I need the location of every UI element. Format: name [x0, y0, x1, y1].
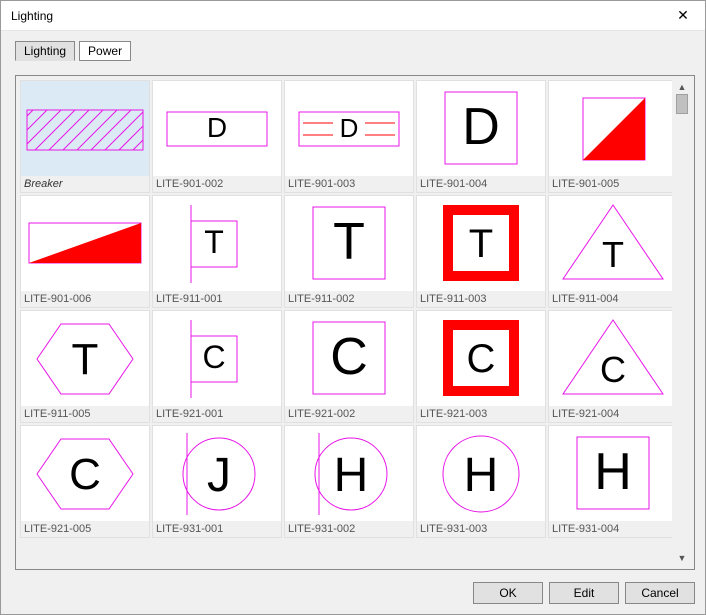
- rect-letter-lines-icon: D: [285, 81, 413, 176]
- gallery-item[interactable]: T LITE-911-005: [20, 310, 150, 423]
- gallery-item-label: LITE-911-001: [153, 291, 281, 307]
- flag-circle-icon: J: [153, 426, 281, 521]
- scroll-track[interactable]: [674, 94, 690, 551]
- triangle-letter-icon: C: [549, 311, 672, 406]
- scroll-thumb[interactable]: [676, 94, 688, 114]
- circle-letter-icon: H: [417, 426, 545, 521]
- gallery-item[interactable]: T LITE-911-001: [152, 195, 282, 308]
- scrollbar-vertical[interactable]: ▲ ▼: [674, 80, 690, 565]
- gallery-item[interactable]: LITE-901-005: [548, 80, 672, 193]
- gallery-item[interactable]: H LITE-931-003: [416, 425, 546, 538]
- gallery-item-label: LITE-921-002: [285, 406, 413, 422]
- gallery-item-label: LITE-921-005: [21, 521, 149, 537]
- window-title: Lighting: [11, 9, 53, 23]
- cancel-button[interactable]: Cancel: [625, 582, 695, 604]
- svg-text:T: T: [333, 213, 365, 271]
- gallery-item[interactable]: C LITE-921-003: [416, 310, 546, 423]
- gallery-item-label: LITE-911-002: [285, 291, 413, 307]
- gallery-item-label: LITE-911-004: [549, 291, 672, 307]
- window: Lighting ✕ LightingPower BreakerDLITE-90…: [0, 0, 706, 615]
- gallery-item[interactable]: C LITE-921-004: [548, 310, 672, 423]
- svg-text:D: D: [462, 98, 500, 156]
- flag-square-icon: C: [153, 311, 281, 406]
- square-red-border-icon: C: [417, 311, 545, 406]
- gallery-item-label: Breaker: [21, 176, 149, 192]
- gallery-item-label: LITE-931-003: [417, 521, 545, 537]
- gallery-item[interactable]: C LITE-921-002: [284, 310, 414, 423]
- gallery-item-label: LITE-911-003: [417, 291, 545, 307]
- square-letter-icon: H: [549, 426, 672, 521]
- split-lower-icon: [21, 196, 149, 291]
- svg-text:T: T: [204, 224, 224, 260]
- button-row: OK Edit Cancel: [1, 576, 705, 614]
- svg-text:J: J: [207, 449, 231, 502]
- svg-text:C: C: [202, 339, 225, 375]
- svg-text:T: T: [72, 335, 99, 384]
- svg-text:D: D: [340, 113, 359, 143]
- edit-button[interactable]: Edit: [549, 582, 619, 604]
- square-letter-icon: D: [417, 81, 545, 176]
- gallery-item[interactable]: D LITE-901-003: [284, 80, 414, 193]
- hexagon-letter-icon: T: [21, 311, 149, 406]
- scroll-up-icon[interactable]: ▲: [678, 80, 687, 94]
- gallery-item[interactable]: D LITE-901-004: [416, 80, 546, 193]
- gallery-item-label: LITE-901-004: [417, 176, 545, 192]
- gallery-item[interactable]: J LITE-931-001: [152, 425, 282, 538]
- svg-text:H: H: [464, 449, 499, 502]
- gallery-item-label: LITE-911-005: [21, 406, 149, 422]
- gallery-item[interactable]: D LITE-901-002: [152, 80, 282, 193]
- gallery-item[interactable]: C LITE-921-005: [20, 425, 150, 538]
- rect-letter-icon: D: [153, 81, 281, 176]
- triangle-letter-icon: T: [549, 196, 672, 291]
- gallery-item[interactable]: Breaker: [20, 80, 150, 193]
- gallery-item-label: LITE-921-003: [417, 406, 545, 422]
- breaker-icon: [21, 81, 149, 176]
- tab-lighting[interactable]: Lighting: [15, 41, 75, 61]
- gallery-item[interactable]: H LITE-931-004: [548, 425, 672, 538]
- gallery-item[interactable]: T LITE-911-002: [284, 195, 414, 308]
- close-icon: ✕: [677, 7, 689, 24]
- gallery-frame: Breaker D LITE-901-002 D LITE-901-003 D LITE-9…: [15, 75, 695, 570]
- gallery-item-label: LITE-901-003: [285, 176, 413, 192]
- svg-text:H: H: [594, 443, 632, 501]
- svg-text:D: D: [207, 112, 227, 143]
- gallery-item-label: LITE-931-002: [285, 521, 413, 537]
- titlebar: Lighting ✕: [1, 1, 705, 31]
- gallery-viewport: Breaker D LITE-901-002 D LITE-901-003 D LITE-9…: [20, 80, 672, 565]
- client-area: LightingPower Breaker D LITE-901-002 D LITE-…: [1, 31, 705, 614]
- gallery-item-label: LITE-921-004: [549, 406, 672, 422]
- svg-text:T: T: [602, 234, 624, 275]
- square-letter-icon: T: [285, 196, 413, 291]
- hexagon-letter-icon: C: [21, 426, 149, 521]
- close-button[interactable]: ✕: [661, 1, 705, 30]
- tab-power[interactable]: Power: [79, 41, 131, 61]
- gallery-item[interactable]: T LITE-911-003: [416, 195, 546, 308]
- flag-square-icon: T: [153, 196, 281, 291]
- svg-text:C: C: [600, 349, 626, 390]
- gallery-item[interactable]: LITE-901-006: [20, 195, 150, 308]
- split-upper-icon: [549, 81, 672, 176]
- scroll-down-icon[interactable]: ▼: [678, 551, 687, 565]
- gallery-item-label: LITE-931-001: [153, 521, 281, 537]
- gallery-item-label: LITE-901-006: [21, 291, 149, 307]
- gallery-item-label: LITE-921-001: [153, 406, 281, 422]
- gallery-item-label: LITE-901-002: [153, 176, 281, 192]
- svg-text:C: C: [467, 337, 496, 381]
- gallery-grid: Breaker D LITE-901-002 D LITE-901-003 D LITE-9…: [20, 80, 672, 538]
- svg-text:C: C: [330, 328, 368, 386]
- ok-button[interactable]: OK: [473, 582, 543, 604]
- gallery-item[interactable]: T LITE-911-004: [548, 195, 672, 308]
- gallery-item[interactable]: C LITE-921-001: [152, 310, 282, 423]
- flag-circle-icon: H: [285, 426, 413, 521]
- gallery-item-label: LITE-901-005: [549, 176, 672, 192]
- square-letter-icon: C: [285, 311, 413, 406]
- gallery-item[interactable]: H LITE-931-002: [284, 425, 414, 538]
- gallery-item-label: LITE-931-004: [549, 521, 672, 537]
- svg-text:T: T: [469, 222, 493, 266]
- tab-strip: LightingPower: [1, 31, 705, 63]
- svg-text:C: C: [69, 450, 101, 499]
- square-red-border-icon: T: [417, 196, 545, 291]
- svg-text:H: H: [334, 449, 369, 502]
